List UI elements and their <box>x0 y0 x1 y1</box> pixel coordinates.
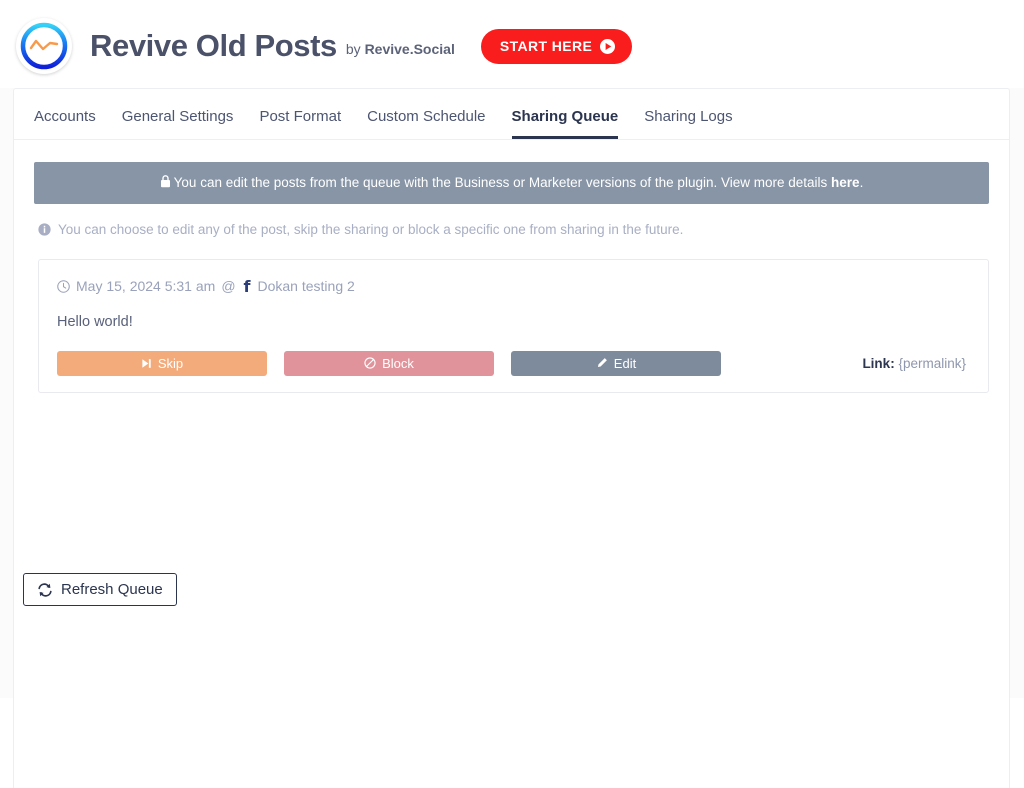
revive-circle-wave-logo-icon <box>20 22 68 70</box>
notice-suffix: . <box>859 175 864 190</box>
queue-info-line: You can choose to edit any of the post, … <box>38 222 989 237</box>
clock-icon <box>57 279 70 293</box>
post-account-name: Dokan testing 2 <box>257 278 355 295</box>
post-actions: Skip Block Edit Link: {permalink} <box>57 350 970 376</box>
brand-byline: by Revive.Social <box>346 41 455 57</box>
page-root: Revive Old Posts by Revive.Social START … <box>0 0 1024 788</box>
step-forward-icon <box>142 358 151 368</box>
notice-link[interactable]: here <box>831 175 860 190</box>
main-panel: Accounts General Settings Post Format Cu… <box>13 88 1010 788</box>
refresh-queue-button[interactable]: Refresh Queue <box>23 573 177 606</box>
edit-button[interactable]: Edit <box>511 350 721 376</box>
refresh-queue-label: Refresh Queue <box>61 581 163 598</box>
page-title: Revive Old Posts <box>90 28 337 63</box>
app-header: Revive Old Posts by Revive.Social START … <box>0 0 1024 88</box>
tab-custom-schedule[interactable]: Custom Schedule <box>367 108 485 139</box>
post-at-symbol: @ <box>221 278 236 295</box>
lock-icon <box>160 175 170 188</box>
start-here-label: START HERE <box>499 38 593 54</box>
start-here-button[interactable]: START HERE <box>480 28 633 64</box>
skip-button-label: Skip <box>157 355 184 371</box>
facebook-icon: f <box>243 276 251 296</box>
skip-button[interactable]: Skip <box>57 350 267 376</box>
tab-post-format[interactable]: Post Format <box>259 108 341 139</box>
post-datetime: May 15, 2024 5:31 am <box>76 278 216 295</box>
post-permalink-value: {permalink} <box>898 355 966 371</box>
block-button[interactable]: Block <box>284 350 494 376</box>
queue-info-text: You can choose to edit any of the post, … <box>58 221 684 237</box>
info-circle-icon <box>38 222 51 236</box>
tab-sharing-queue[interactable]: Sharing Queue <box>511 108 619 139</box>
post-permalink-label: Link: <box>862 355 895 371</box>
queue-post-card: May 15, 2024 5:31 am @ f Dokan testing 2… <box>38 258 989 393</box>
byline-brand: Revive.Social <box>364 41 455 57</box>
ban-icon <box>364 357 376 369</box>
upgrade-notice: You can edit the posts from the queue wi… <box>34 162 989 204</box>
notice-text: You can edit the posts from the queue wi… <box>173 175 832 190</box>
tab-sharing-logs[interactable]: Sharing Logs <box>644 108 732 139</box>
edit-button-label: Edit <box>613 355 637 371</box>
block-button-label: Block <box>382 355 414 371</box>
settings-tabs: Accounts General Settings Post Format Cu… <box>14 89 1009 140</box>
post-permalink: Link: {permalink} <box>862 356 970 371</box>
tab-accounts[interactable]: Accounts <box>34 108 96 139</box>
play-circle-icon <box>600 38 616 54</box>
revive-logo <box>16 18 72 74</box>
refresh-sync-icon <box>38 582 52 597</box>
post-title: Hello world! <box>57 313 133 330</box>
byline-prefix: by <box>345 41 365 57</box>
pencil-icon <box>597 358 607 368</box>
tab-general-settings[interactable]: General Settings <box>122 108 234 139</box>
post-meta: May 15, 2024 5:31 am @ f Dokan testing 2 <box>57 277 970 296</box>
panel-body: You can edit the posts from the queue wi… <box>14 162 1009 606</box>
